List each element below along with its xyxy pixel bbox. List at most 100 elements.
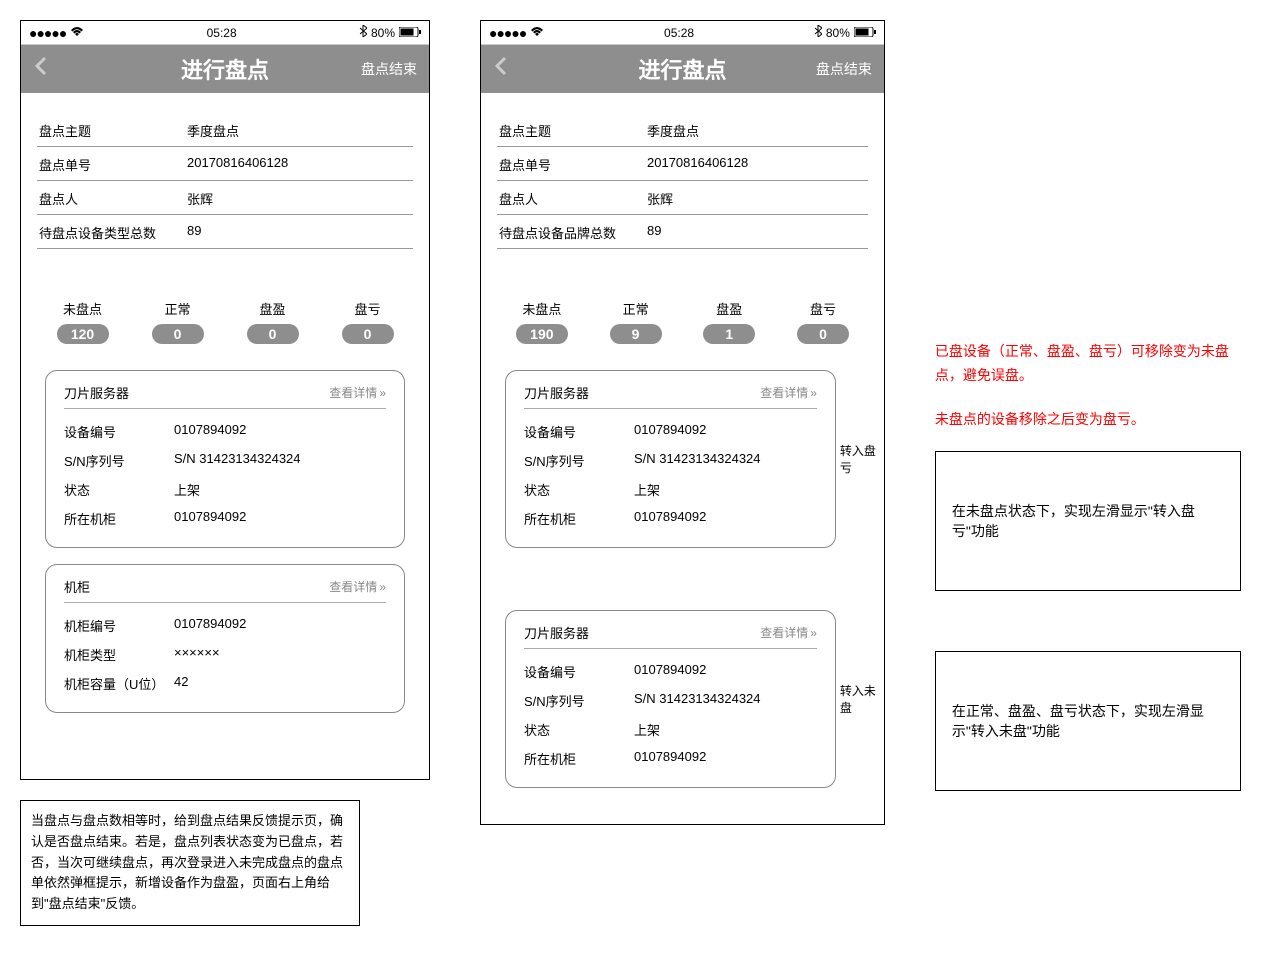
row-label: 状态	[524, 480, 634, 499]
value: 季度盘点	[187, 121, 413, 140]
tab-surplus[interactable]: 盘盈 1	[703, 299, 755, 344]
detail-text: 查看详情	[760, 624, 808, 641]
signal-dots-icon: ●●●●●	[489, 25, 526, 41]
tab-unpanned[interactable]: 未盘点 120	[57, 299, 109, 344]
tab-normal[interactable]: 正常 0	[152, 299, 204, 344]
signal-dots-icon: ●●●●●	[29, 25, 66, 41]
device-card[interactable]: 刀片服务器 查看详情 » 设备编号0107894092 S/N序列号S/N 31…	[45, 370, 405, 548]
row-value: 0107894092	[174, 509, 246, 528]
tab-count: 0	[797, 324, 849, 344]
battery-percent: 80%	[826, 26, 850, 40]
end-button[interactable]: 盘点结束	[816, 59, 872, 79]
row-value: 0107894092	[634, 422, 706, 441]
phone-left: ●●●●● 05:28 80%	[20, 20, 430, 780]
wifi-icon	[530, 26, 544, 40]
form-row-person: 盘点人 张辉	[497, 181, 868, 215]
row-label: S/N序列号	[524, 451, 634, 470]
device-card[interactable]: 刀片服务器 查看详情 » 设备编号0107894092 S/N序列号S/N 31…	[505, 610, 836, 788]
end-button[interactable]: 盘点结束	[361, 59, 417, 79]
card-title: 刀片服务器	[524, 623, 589, 642]
tab-count: 0	[342, 324, 394, 344]
view-detail-link[interactable]: 查看详情 »	[760, 384, 817, 401]
row-label: 状态	[524, 720, 634, 739]
row-label: 所在机柜	[64, 509, 174, 528]
label: 盘点人	[37, 189, 187, 208]
tabs: 未盘点 120 正常 0 盘盈 0 盘亏 0	[21, 259, 429, 354]
tab-normal[interactable]: 正常 9	[610, 299, 662, 344]
row-label: 设备编号	[524, 422, 634, 441]
chevron-right-icon: »	[379, 580, 386, 594]
back-button[interactable]	[493, 56, 507, 82]
card-title: 刀片服务器	[64, 383, 129, 402]
row-label: 所在机柜	[524, 509, 634, 528]
form-row-person: 盘点人 张辉	[37, 181, 413, 215]
row-value: 上架	[174, 480, 200, 499]
tab-unpanned[interactable]: 未盘点 190	[516, 299, 568, 344]
row-label: 设备编号	[524, 662, 634, 681]
swipe-action-unpan[interactable]: 转入未盘	[836, 610, 884, 788]
view-detail-link[interactable]: 查看详情 »	[760, 624, 817, 641]
view-detail-link[interactable]: 查看详情 »	[329, 578, 386, 595]
value: 20170816406128	[187, 155, 413, 174]
form-row-total: 待盘点设备品牌总数 89	[497, 215, 868, 249]
swipe-container: 刀片服务器 查看详情 » 设备编号0107894092 S/N序列号S/N 31…	[505, 610, 884, 788]
row-value: 0107894092	[634, 662, 706, 681]
detail-text: 查看详情	[329, 578, 377, 595]
chevron-right-icon: »	[379, 386, 386, 400]
nav-header: 进行盘点 盘点结束	[481, 45, 884, 93]
row-label: S/N序列号	[64, 451, 174, 470]
chevron-right-icon: »	[810, 626, 817, 640]
tab-label: 盘亏	[342, 299, 394, 318]
battery-icon	[399, 26, 421, 40]
label: 待盘点设备类型总数	[37, 223, 187, 242]
note-box-2: 在正常、盘盈、盘亏状态下，实现左滑显示"转入未盘"功能	[935, 651, 1241, 791]
tab-count: 9	[610, 324, 662, 344]
status-time: 05:28	[207, 26, 237, 40]
tab-loss[interactable]: 盘亏 0	[797, 299, 849, 344]
side-notes: 已盘设备（正常、盘盈、盘亏）可移除变为未盘点，避免误盘。 未盘点的设备移除之后变…	[935, 20, 1241, 791]
row-label: S/N序列号	[524, 691, 634, 710]
row-value: ××××××	[174, 645, 220, 664]
tab-label: 正常	[152, 299, 204, 318]
detail-text: 查看详情	[329, 384, 377, 401]
battery-icon	[854, 26, 876, 40]
rack-card[interactable]: 机柜 查看详情 » 机柜编号0107894092 机柜类型×××××× 机柜容量…	[45, 564, 405, 713]
row-label: 机柜容量（U位）	[64, 674, 174, 693]
value: 89	[187, 223, 413, 242]
tab-loss[interactable]: 盘亏 0	[342, 299, 394, 344]
form-row-topic: 盘点主题 季度盘点	[497, 113, 868, 147]
value: 89	[647, 223, 868, 242]
form-row-order: 盘点单号 20170816406128	[37, 147, 413, 181]
tab-label: 正常	[610, 299, 662, 318]
phone-right: ●●●●● 05:28 80% 进行盘点 盘点结束	[480, 20, 885, 825]
status-bar: ●●●●● 05:28 80%	[21, 21, 429, 45]
bluetooth-icon	[814, 25, 822, 40]
note-box-1: 在未盘点状态下，实现左滑显示"转入盘亏"功能	[935, 451, 1241, 591]
back-button[interactable]	[33, 56, 47, 82]
card-title: 刀片服务器	[524, 383, 589, 402]
label: 盘点主题	[37, 121, 187, 140]
device-card[interactable]: 刀片服务器 查看详情 » 设备编号0107894092 S/N序列号S/N 31…	[505, 370, 836, 548]
view-detail-link[interactable]: 查看详情 »	[329, 384, 386, 401]
nav-header: 进行盘点 盘点结束	[21, 45, 429, 93]
battery-percent: 80%	[371, 26, 395, 40]
row-label: 状态	[64, 480, 174, 499]
swipe-action-loss[interactable]: 转入盘亏	[836, 370, 884, 548]
tab-surplus[interactable]: 盘盈 0	[247, 299, 299, 344]
row-value: S/N 31423134324324	[174, 451, 301, 470]
form-row-topic: 盘点主题 季度盘点	[37, 113, 413, 147]
tab-label: 盘亏	[797, 299, 849, 318]
form-row-order: 盘点单号 20170816406128	[497, 147, 868, 181]
label: 待盘点设备品牌总数	[497, 223, 647, 242]
value: 20170816406128	[647, 155, 868, 174]
tab-count: 190	[516, 324, 568, 344]
row-value: S/N 31423134324324	[634, 691, 761, 710]
label: 盘点单号	[37, 155, 187, 174]
row-value: 0107894092	[174, 422, 246, 441]
value: 张辉	[647, 189, 868, 208]
tab-count: 120	[57, 324, 109, 344]
tab-label: 未盘点	[516, 299, 568, 318]
row-value: 0107894092	[174, 616, 246, 635]
tab-label: 盘盈	[247, 299, 299, 318]
tab-count: 1	[703, 324, 755, 344]
